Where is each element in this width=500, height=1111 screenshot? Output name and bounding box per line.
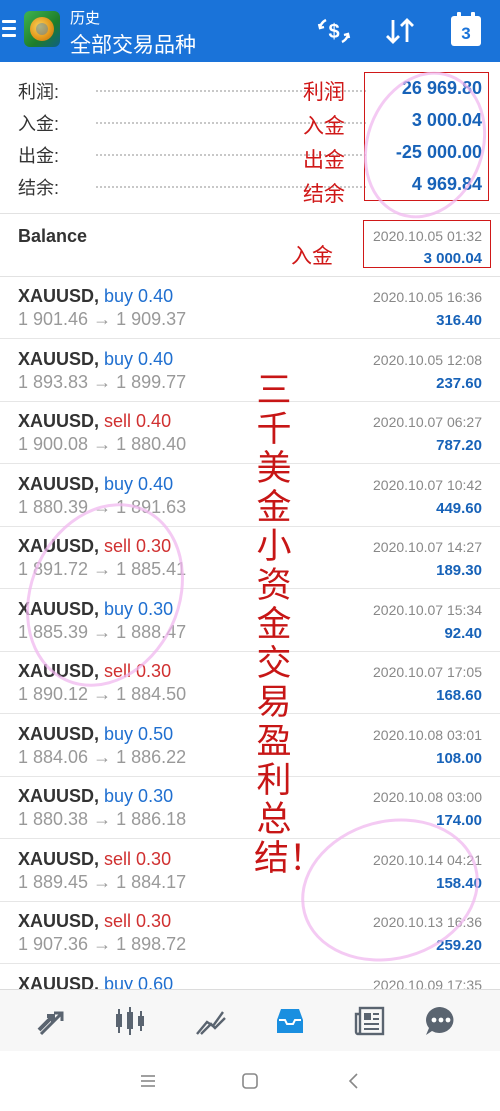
header-title[interactable]: 全部交易品种 [70,29,196,59]
bottom-navigation [0,989,500,1051]
trade-symbol: XAUUSD, sell 0.40 [18,411,171,432]
quotes-icon[interactable] [33,1004,67,1038]
system-navigation-bar [0,1051,500,1111]
trade-prices: 1 907.36 → 1 898.72 [18,934,187,954]
trade-profit: 316.40 [436,312,482,329]
trade-prices: 1 893.83 → 1 899.77 [18,371,187,392]
trade-side: buy 0.30 [104,786,174,806]
trade-date: 2020.10.05 16:36 [373,289,482,305]
app-logo-icon [24,11,60,47]
trade-symbol-text: XAUUSD, [18,911,100,931]
trade-profit: 92.40 [444,624,482,642]
trade-profit: 237.60 [436,374,482,392]
history-icon[interactable] [273,1004,307,1038]
trade-profit: 174.00 [436,812,482,829]
balance-row[interactable]: Balance 入金 2020.10.05 01:32 3 000.04 [0,214,500,276]
trade-side: sell 0.40 [104,411,172,431]
trade-prices: 1 901.46 → 1 909.37 [18,309,187,329]
trade-side: buy 0.40 [104,473,174,494]
trade-date: 2020.10.07 14:27 [373,539,482,555]
trade-side: buy 0.40 [104,348,174,369]
trade-date: 2020.10.08 03:00 [373,789,482,805]
trade-profit: 787.20 [436,437,482,454]
trade-prices: 1 880.38 → 1 886.18 [18,809,187,829]
trade-row[interactable]: XAUUSD, buy 0.60 2020.10.09 17:35 [0,965,500,990]
trade-date: 2020.10.07 15:34 [373,601,482,618]
trade-symbol-text: XAUUSD, [18,786,100,806]
trade-row[interactable]: XAUUSD, sell 0.40 1 900.08 → 1 880.40 2020… [0,402,500,464]
trade-symbol-text: XAUUSD, [18,848,100,869]
trade-profit: 108.00 [436,749,482,767]
vertical-annotation: 三千美金小资金交易盈利总结！ [254,371,325,879]
trade-prices: 1 884.06 → 1 886.22 [18,746,187,767]
trade-profit: 189.30 [436,562,482,579]
svg-text:$: $ [328,21,339,43]
trade-symbol: XAUUSD, buy 0.30 [18,786,173,807]
calendar-day: 3 [461,24,471,43]
trade-date: 2020.10.05 12:08 [373,351,482,368]
header-subtitle: 历史 [70,10,101,27]
trade-date: 2020.10.07 06:27 [373,414,482,430]
chart-icon[interactable] [113,1004,147,1038]
trade-icon[interactable] [193,1004,227,1038]
recents-icon[interactable] [136,1069,160,1093]
trade-prices: 1 890.12 → 1 884.50 [18,684,187,704]
sort-icon[interactable] [382,14,418,48]
menu-icon[interactable] [2,20,16,40]
trade-symbol-text: XAUUSD, [18,286,100,306]
trade-symbol: XAUUSD, buy 0.60 [18,974,173,990]
trade-symbol-text: XAUUSD, [18,348,100,369]
balance-row-label: Balance [18,226,88,246]
trade-side: buy 0.60 [104,973,174,990]
trade-symbol-text: XAUUSD, [18,473,100,494]
deposit-withdraw-icon[interactable]: $ [316,14,352,48]
balance-highlight-box [363,220,491,268]
trade-side: buy 0.50 [104,723,174,744]
trade-date: 2020.10.07 10:42 [373,476,482,493]
trade-symbol: XAUUSD, buy 0.40 [18,349,173,370]
trade-side: sell 0.30 [104,911,172,931]
trade-profit: 449.60 [436,499,482,517]
trade-side: sell 0.30 [104,848,172,869]
trade-symbol: XAUUSD, sell 0.30 [18,849,171,870]
trade-row[interactable]: XAUUSD, buy 0.40 1 901.46 → 1 909.37 2020.… [0,277,500,339]
deposit-label: 入金: [18,114,60,134]
app-header: 历史 全部交易品种 $ 3 [0,0,500,62]
trade-symbol: XAUUSD, buy 0.50 [18,724,173,745]
home-icon[interactable] [238,1069,262,1093]
balance-label: 结余: [18,178,60,198]
balance-row-annotation: 入金 [291,244,333,268]
trade-symbol-text: XAUUSD, [18,973,100,990]
trade-symbol: XAUUSD, buy 0.40 [18,474,173,495]
trade-prices: 1 900.08 → 1 880.40 [18,434,187,454]
trade-symbol-text: XAUUSD, [18,723,100,744]
messages-icon[interactable] [423,1004,457,1038]
trade-symbol: XAUUSD, buy 0.40 [18,286,173,307]
news-icon[interactable] [353,1004,387,1038]
back-icon[interactable] [342,1069,366,1093]
trade-side: buy 0.40 [104,286,174,306]
trade-row[interactable]: XAUUSD, buy 0.50 1 884.06 → 1 886.22 2020.… [0,715,500,777]
calendar-icon[interactable]: 3 [451,12,481,46]
withdrawal-label: 出金: [18,146,60,166]
trade-profit: 168.60 [436,687,482,704]
trade-prices: 1 889.45 → 1 884.17 [18,871,187,892]
profit-annotation: 利润 [303,80,345,104]
trade-symbol: XAUUSD, sell 0.30 [18,911,171,932]
trade-row[interactable]: XAUUSD, buy 0.40 1 893.83 → 1 899.77 2020.… [0,340,500,402]
trade-date: 2020.10.09 17:35 [373,976,482,990]
trade-date: 2020.10.07 17:05 [373,664,482,680]
profit-label: 利润: [18,82,60,102]
balance-annotation: 结余 [303,182,345,206]
trade-date: 2020.10.08 03:01 [373,726,482,743]
trade-symbol-text: XAUUSD, [18,411,100,431]
